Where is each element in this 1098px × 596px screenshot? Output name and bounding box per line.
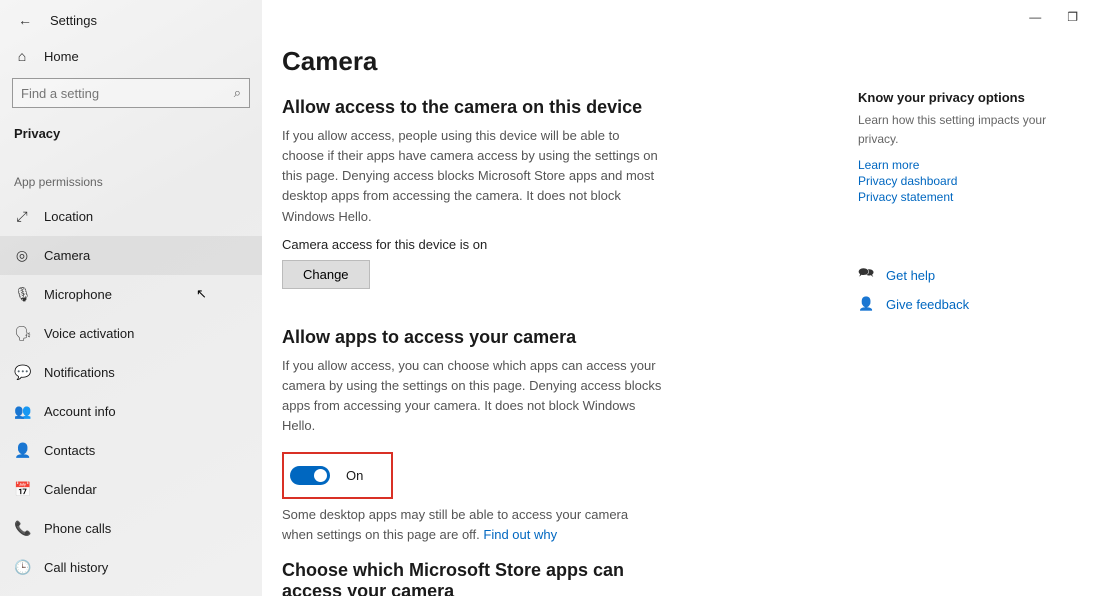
app-title: Settings [50, 13, 97, 28]
sidebar-item-phone-calls[interactable]: 📞 Phone calls [0, 509, 262, 548]
change-button[interactable]: Change [282, 260, 370, 289]
sidebar-item-label: Calendar [44, 482, 97, 497]
aside-link-learn-more[interactable]: Learn more [858, 158, 1058, 172]
section-allow-apps-desc: If you allow access, you can choose whic… [282, 356, 662, 437]
sidebar-item-call-history[interactable]: 🕒 Call history [0, 548, 262, 587]
nav-home-label: Home [44, 49, 79, 64]
sidebar-item-contacts[interactable]: 👤 Contacts [0, 431, 262, 470]
calendar-icon: 📅 [14, 481, 30, 498]
window-maximize[interactable]: ❐ [1067, 10, 1078, 24]
allow-apps-toggle-label: On [346, 468, 363, 483]
sidebar-item-account-info[interactable]: 👥 Account info [0, 392, 262, 431]
voice-activation-icon: 🗣 [14, 325, 30, 342]
page-title: Camera [282, 46, 818, 77]
back-button[interactable]: ← [18, 12, 32, 28]
microphone-icon: 🎙 [14, 286, 30, 303]
section-allow-apps-heading: Allow apps to access your camera [282, 327, 818, 348]
sidebar-item-voice-activation[interactable]: 🗣 Voice activation [0, 314, 262, 353]
sidebar-item-calendar[interactable]: 📅 Calendar [0, 470, 262, 509]
give-feedback-link[interactable]: 👤 Give feedback [858, 296, 1058, 312]
device-access-status: Camera access for this device is on [282, 237, 818, 252]
sidebar-item-camera[interactable]: ◎ Camera [0, 236, 262, 275]
get-help-link[interactable]: 🗪 Get help [858, 264, 1058, 286]
sidebar-item-label: Contacts [44, 443, 95, 458]
section-choose-apps-heading: Choose which Microsoft Store apps can ac… [282, 560, 642, 596]
search-input[interactable] [21, 86, 234, 101]
sidebar-item-label: Notifications [44, 365, 115, 380]
section-label: Privacy [0, 118, 262, 157]
nav-home[interactable]: ⌂ Home [0, 38, 262, 74]
section-allow-device-desc: If you allow access, people using this d… [282, 126, 662, 227]
phone-calls-icon: 📞 [14, 520, 30, 537]
location-icon: ⤢ [14, 208, 30, 225]
sidebar-item-label: Call history [44, 560, 108, 575]
sidebar-item-label: Phone calls [44, 521, 111, 536]
sidebar-item-label: Voice activation [44, 326, 134, 341]
group-label: App permissions [0, 157, 262, 197]
sidebar-item-label: Camera [44, 248, 90, 263]
main-content: — ❐ Camera Allow access to the camera on… [262, 0, 1098, 596]
aside-link-statement[interactable]: Privacy statement [858, 190, 1058, 204]
find-out-why-link[interactable]: Find out why [483, 527, 557, 542]
aside-desc: Learn how this setting impacts your priv… [858, 111, 1058, 148]
sidebar-item-label: Account info [44, 404, 116, 419]
aside-link-dashboard[interactable]: Privacy dashboard [858, 174, 1058, 188]
account-info-icon: 👥 [14, 403, 30, 420]
search-box[interactable]: ⌕ [12, 78, 250, 108]
allow-apps-toggle-highlight: On [282, 452, 393, 499]
contacts-icon: 👤 [14, 442, 30, 459]
sidebar-item-label: Microphone [44, 287, 112, 302]
sidebar-item-notifications[interactable]: 💬 Notifications [0, 353, 262, 392]
help-icon: 🗪 [858, 264, 874, 286]
sidebar-item-location[interactable]: ⤢ Location [0, 197, 262, 236]
home-icon: ⌂ [14, 48, 30, 64]
sidebar-item-label: Location [44, 209, 93, 224]
desktop-apps-note: Some desktop apps may still be able to a… [282, 505, 642, 545]
feedback-icon: 👤 [858, 296, 874, 312]
aside-heading: Know your privacy options [858, 90, 1058, 105]
search-icon: ⌕ [234, 85, 241, 101]
section-allow-device-heading: Allow access to the camera on this devic… [282, 97, 818, 118]
sidebar-item-microphone[interactable]: 🎙 Microphone [0, 275, 262, 314]
window-minimize[interactable]: — [1029, 10, 1041, 24]
call-history-icon: 🕒 [14, 559, 30, 576]
camera-icon: ◎ [14, 247, 30, 264]
sidebar: ← Settings ⌂ Home ⌕ Privacy App permissi… [0, 0, 262, 596]
aside-panel: Know your privacy options Learn how this… [858, 46, 1058, 576]
notifications-icon: 💬 [14, 364, 30, 381]
allow-apps-toggle[interactable] [290, 466, 330, 485]
